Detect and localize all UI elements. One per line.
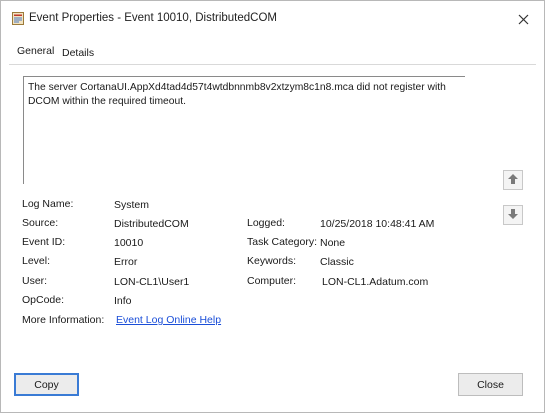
close-icon[interactable] xyxy=(510,7,536,31)
previous-event-button[interactable] xyxy=(503,170,523,190)
event-log-online-help-link[interactable]: Event Log Online Help xyxy=(116,314,221,326)
source-label: Source: xyxy=(22,217,59,229)
event-properties-dialog: Event Properties - Event 10010, Distribu… xyxy=(0,0,545,413)
source-value: DistributedCOM xyxy=(114,218,189,230)
arrow-down-icon xyxy=(507,208,519,223)
arrow-up-icon xyxy=(507,173,519,188)
log-name-value: System xyxy=(114,199,150,211)
keywords-label: Keywords: xyxy=(247,255,297,267)
event-id-value: 10010 xyxy=(114,237,144,249)
close-button[interactable]: Close xyxy=(458,373,523,396)
window-title: Event Properties - Event 10010, Distribu… xyxy=(29,12,278,24)
copy-button[interactable]: Copy xyxy=(14,373,79,396)
keywords-value: Classic xyxy=(320,256,354,268)
more-information-label: More Information: xyxy=(22,314,105,326)
computer-value: LON-CL1.Adatum.com xyxy=(322,276,429,288)
logged-value: 10/25/2018 10:48:41 AM xyxy=(320,218,435,230)
next-event-button[interactable] xyxy=(503,205,523,225)
computer-label: Computer: xyxy=(247,275,297,287)
logged-label: Logged: xyxy=(247,217,285,229)
task-category-label: Task Category: xyxy=(247,236,318,248)
tab-details[interactable]: Details xyxy=(62,47,94,59)
level-value: Error xyxy=(114,256,138,268)
event-viewer-icon xyxy=(12,12,24,25)
opcode-label: OpCode: xyxy=(22,294,65,306)
title-bar: Event Properties - Event 10010, Distribu… xyxy=(1,1,544,35)
event-message-box[interactable]: The server CortanaUI.AppXd4tad4d57t4wtdb… xyxy=(23,76,465,184)
opcode-value: Info xyxy=(114,295,132,307)
tab-general[interactable]: General xyxy=(17,45,54,57)
task-category-value: None xyxy=(320,237,346,249)
event-id-label: Event ID: xyxy=(22,236,66,248)
level-label: Level: xyxy=(22,255,51,267)
user-label: User: xyxy=(22,275,48,287)
user-value: LON-CL1\User1 xyxy=(114,276,190,288)
event-message: The server CortanaUI.AppXd4tad4d57t4wtdb… xyxy=(28,82,446,107)
log-name-label: Log Name: xyxy=(22,198,74,210)
